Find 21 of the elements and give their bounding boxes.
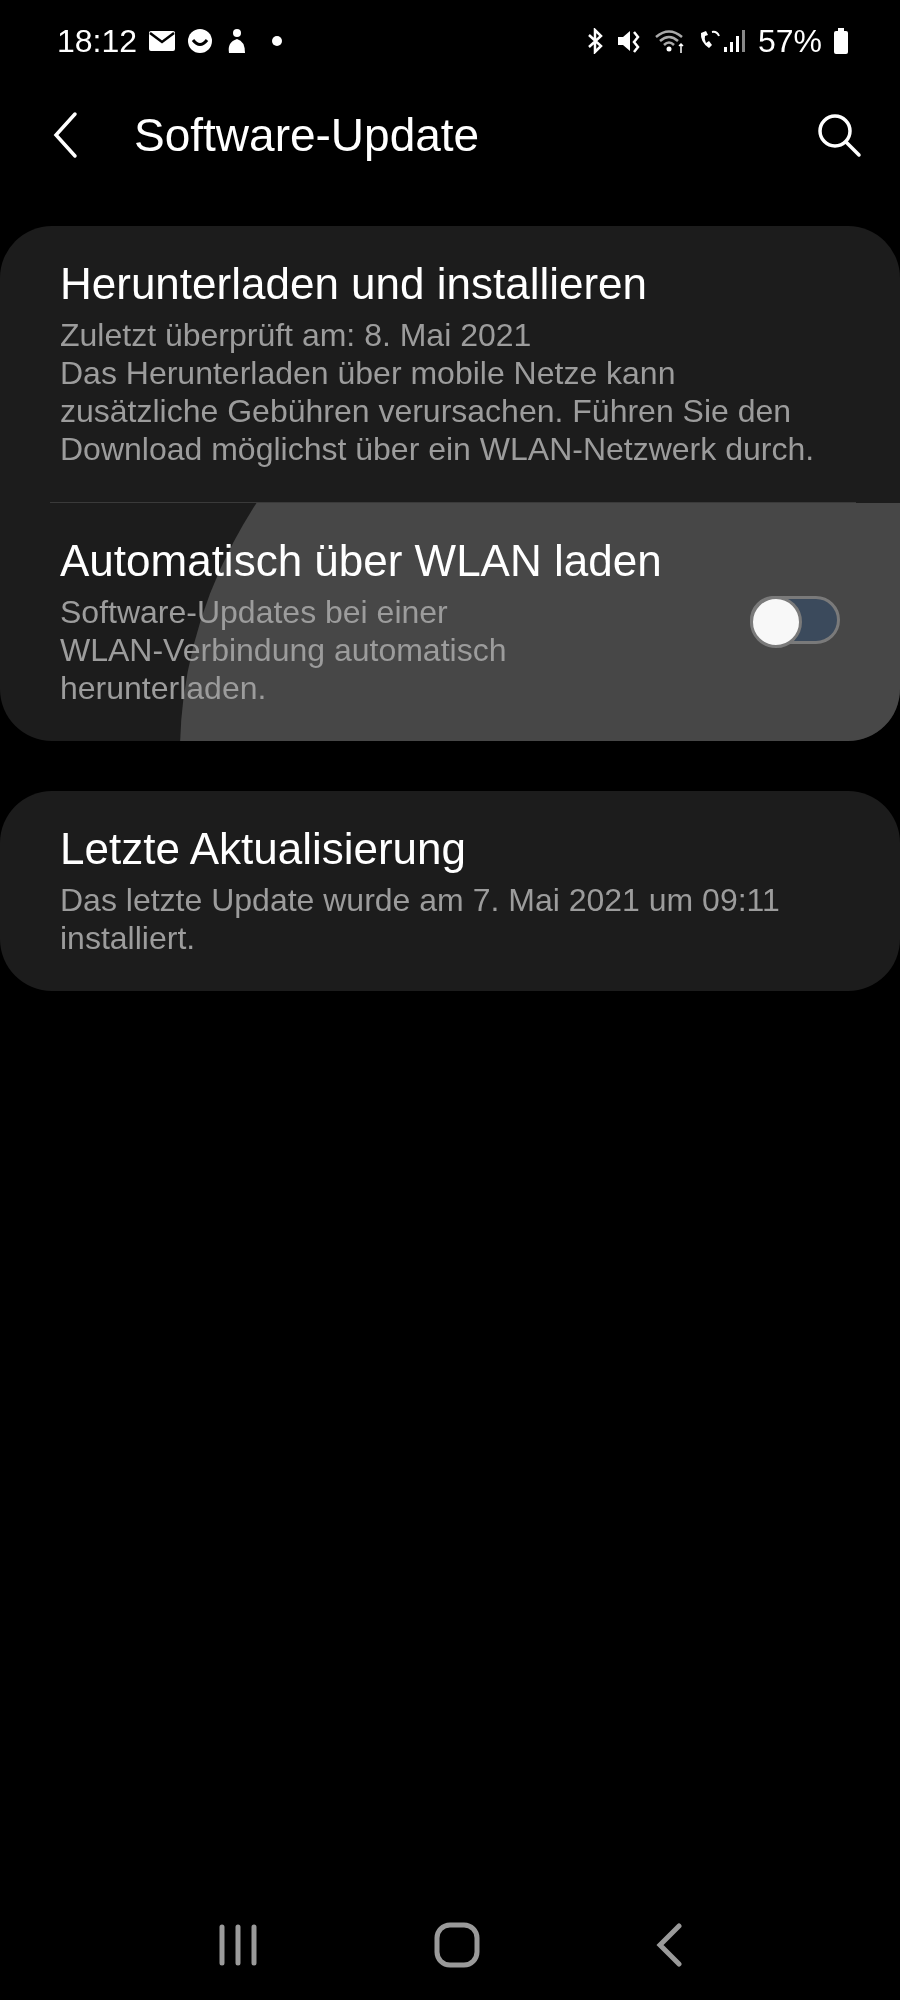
status-time: 18:12: [57, 22, 138, 60]
setting-description: Das letzte Update wurde am 7. Mai 2021 um 09:11 installiert.: [60, 881, 781, 957]
setting-description: Zuletzt überprüft am: 8. Mai 2021: [60, 316, 533, 354]
back-icon[interactable]: [52, 111, 78, 159]
muted-speaker-icon: [615, 28, 642, 54]
notification-dot-icon: [271, 35, 284, 47]
battery-percentage: 57%: [757, 22, 822, 60]
setting-title[interactable]: Automatisch über WLAN laden: [60, 533, 710, 589]
setting-description: Das Herunterladen über mobile Netze kann zusätzliche Gebühren verursachen. Führen Sie den Download möglichst über ein WLAN-Netzwerk durch.: [60, 354, 816, 468]
search-icon[interactable]: [816, 112, 862, 158]
wifi-icon: [653, 28, 686, 54]
setting-title[interactable]: Letzte Aktualisierung: [60, 821, 840, 877]
recent-apps-icon[interactable]: [217, 1924, 260, 1966]
page-title: Software-Update: [134, 108, 481, 162]
smiley-icon: [187, 28, 214, 54]
battery-icon: [834, 28, 848, 54]
setting-description: Software-Updates bei einer WLAN-Verbindung automatisch herunterladen.: [60, 593, 508, 707]
mail-icon: [149, 31, 176, 51]
setting-title[interactable]: Herunterladen und installieren: [60, 256, 840, 312]
back-icon[interactable]: [654, 1923, 683, 1967]
home-icon[interactable]: [434, 1922, 480, 1968]
